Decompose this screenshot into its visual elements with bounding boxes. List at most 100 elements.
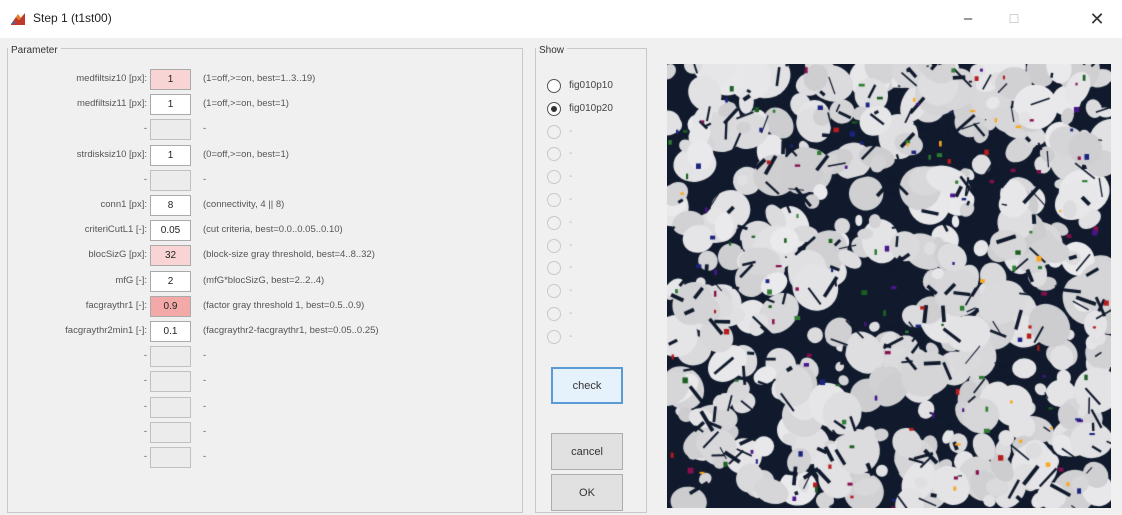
show-option: - [547,327,647,347]
parameter-label: mfG [-]: [115,275,147,286]
parameter-input[interactable] [150,346,191,367]
parameter-description: (1=off,>=on, best=1) [203,98,289,109]
parameter-input[interactable]: 0.1 [150,321,191,342]
parameter-row: -- [0,447,520,469]
parameter-input[interactable]: 1 [150,94,191,115]
show-option-label: - [569,171,573,182]
parameter-input[interactable]: 1 [150,69,191,90]
parameter-input[interactable] [150,119,191,140]
show-option-label: - [569,331,573,342]
parameter-label: - [143,451,147,462]
parameter-input[interactable] [150,447,191,468]
show-option: - [547,213,647,233]
parameter-description: (1=off,>=on, best=1..3..19) [203,73,316,84]
parameter-label: - [143,350,147,361]
show-option-label: - [569,148,573,159]
parameter-description: - [203,350,207,361]
close-button[interactable]: ✕ [1074,4,1120,34]
parameter-input[interactable]: 0.05 [150,220,191,241]
check-button[interactable]: check [551,367,623,404]
parameter-row: mfG [-]: 2 (mfG*blocSizG, best=2..2..4) [0,271,520,293]
parameter-label: facgraythr1 [-]: [85,300,147,311]
parameter-panel-title: Parameter [8,45,61,56]
show-option[interactable]: fig010p20 [547,99,647,119]
parameter-description: (0=off,>=on, best=1) [203,149,289,160]
parameter-input[interactable] [150,371,191,392]
parameter-row: -- [0,397,520,419]
parameter-input[interactable] [150,170,191,191]
parameter-label: blocSizG [px]: [88,249,147,260]
radio-icon [547,307,561,321]
show-panel-title: Show [536,45,568,56]
parameter-description: (mfG*blocSizG, best=2..2..4) [203,275,325,286]
parameter-label: - [143,401,147,412]
parameter-row: blocSizG [px]: 32 (block-size gray thresho… [0,245,520,267]
parameter-label: strdisksiz10 [px]: [76,149,147,160]
parameter-row: -- [0,422,520,444]
title-bar: Step 1 (t1st00) – ☐ ✕ [0,0,1122,38]
radio-icon [547,147,561,161]
show-option: - [547,236,647,256]
parameter-row: -- [0,371,520,393]
parameter-label: criteriCutL1 [-]: [84,224,147,235]
parameter-label: medfiltsiz10 [px]: [76,73,147,84]
radio-icon [547,330,561,344]
parameter-description: - [203,426,207,437]
show-option-label: - [569,194,573,205]
window-title: Step 1 (t1st00) [33,11,112,25]
parameter-description: - [203,451,207,462]
radio-icon [547,239,561,253]
parameter-label: conn1 [px]: [100,199,147,210]
parameter-label: facgraythr2min1 [-]: [65,325,147,336]
show-option-label: - [569,262,573,273]
parameter-row: facgraythr1 [-]: 0.9 (factor gray threshol… [0,296,520,318]
show-option-label: fig010p20 [569,103,613,114]
parameter-row: -- [0,346,520,368]
preview-image [667,64,1111,508]
parameter-description: - [203,174,207,185]
parameter-description: (block-size gray threshold, best=4..8..3… [203,249,375,260]
show-option: - [547,122,647,142]
parameter-row: criteriCutL1 [-]: 0.05 (cut criteria, best… [0,220,520,242]
parameter-input[interactable]: 8 [150,195,191,216]
parameter-description: - [203,123,207,134]
minimize-button[interactable]: – [945,4,991,34]
parameter-row: conn1 [px]: 8 (connectivity, 4 || 8) [0,195,520,217]
parameter-row: medfiltsiz11 [px]: 1 (1=off,>=on, best=1) [0,94,520,116]
parameter-label: - [143,375,147,386]
show-option: - [547,304,647,324]
radio-icon[interactable] [547,79,561,93]
show-option: - [547,258,647,278]
parameter-description: (cut criteria, best=0.0..0.05..0.10) [203,224,343,235]
parameter-input[interactable]: 0.9 [150,296,191,317]
ok-button[interactable]: OK [551,474,623,511]
radio-icon [547,170,561,184]
show-option-label: - [569,217,573,228]
parameter-input[interactable]: 32 [150,245,191,266]
parameter-row: facgraythr2min1 [-]: 0.1 (facgraythr2-facg… [0,321,520,343]
parameter-row: -- [0,119,520,141]
radio-icon [547,125,561,139]
parameter-description: (facgraythr2-facgraythr1, best=0.05..0.2… [203,325,379,336]
radio-dot-icon [551,106,557,112]
radio-icon [547,216,561,230]
show-option: - [547,281,647,301]
show-option: - [547,167,647,187]
show-option: - [547,144,647,164]
radio-selected-icon[interactable] [547,102,561,116]
matlab-app-icon [10,11,26,27]
radio-icon [547,193,561,207]
parameter-label: - [143,174,147,185]
show-option-label: - [569,126,573,137]
show-option-label: - [569,285,573,296]
parameter-label: - [143,426,147,437]
parameter-input[interactable]: 2 [150,271,191,292]
cancel-button[interactable]: cancel [551,433,623,470]
show-option[interactable]: fig010p10 [547,76,647,96]
parameter-input[interactable] [150,397,191,418]
parameter-input[interactable]: 1 [150,145,191,166]
radio-icon [547,284,561,298]
maximize-button[interactable]: ☐ [991,4,1037,34]
parameter-input[interactable] [150,422,191,443]
show-option-label: fig010p10 [569,80,613,91]
